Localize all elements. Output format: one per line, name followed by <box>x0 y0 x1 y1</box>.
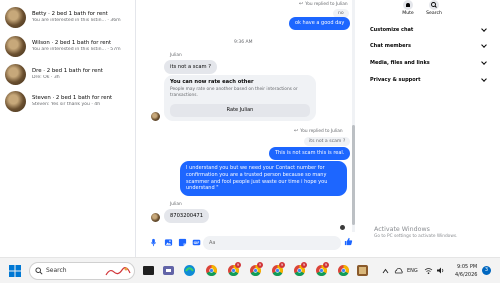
volume-icon[interactable] <box>436 266 445 275</box>
notification-badge: 9 <box>257 262 263 268</box>
search-icon <box>35 267 43 275</box>
chat-scrollbar-thumb[interactable] <box>352 125 355 225</box>
conversation-name: Wilson · 2 bed 1 bath for rent <box>32 40 112 46</box>
chat-members-row[interactable]: Chat members <box>370 39 488 53</box>
search-icon <box>429 0 439 10</box>
conversation-item[interactable]: Wilson · 2 bed 1 bath for rent You are i… <box>0 35 136 57</box>
conversation-last-message: Steven: Yes sir thank you · 4h <box>32 102 101 107</box>
avatar <box>5 90 26 112</box>
chevron-up-icon[interactable] <box>382 268 389 274</box>
notification-badge: 9 <box>279 262 285 268</box>
microphone-icon[interactable] <box>149 238 158 247</box>
conversation-name: Dre · 2 bed 1 bath for rent <box>32 68 103 74</box>
conversation-info-panel: Mute Search Customize chat Chat members … <box>356 0 500 257</box>
mute-button[interactable]: Mute <box>396 0 420 16</box>
replied-to-label: ↩ You replied to Julian <box>294 128 343 134</box>
contact-avatar <box>151 112 160 121</box>
edge-icon[interactable] <box>183 264 196 277</box>
conversation-last-message: You are interested in this listin... · 5… <box>32 47 121 52</box>
thumbs-up-icon[interactable] <box>344 237 353 246</box>
search-highlight-icon <box>105 267 131 276</box>
rate-card-description: People may rate one another based on the… <box>170 87 298 98</box>
task-view-icon[interactable] <box>142 264 155 277</box>
chevron-down-icon <box>481 42 487 48</box>
clock-time[interactable]: 9:05 PM <box>457 264 477 270</box>
rate-card: You can now rate each other People may r… <box>164 75 316 121</box>
privacy-support-row[interactable]: Privacy & support <box>370 73 488 87</box>
incoming-message[interactable]: its not a scam ? <box>164 60 217 74</box>
notification-center-badge[interactable]: 3 <box>482 266 491 275</box>
row-label: Customize chat <box>370 27 414 33</box>
chrome-icon[interactable] <box>205 264 218 277</box>
outgoing-message[interactable]: I understand you but we need your Contac… <box>180 161 347 196</box>
search-button[interactable]: Search <box>422 0 446 16</box>
time-separator: 9:36 AM <box>234 40 253 45</box>
conversation-last-message: You are interested in this listin... · 3… <box>32 18 121 23</box>
clock-date[interactable]: 4/6/2026 <box>455 272 477 278</box>
svg-text:GIF: GIF <box>194 241 200 245</box>
chevron-down-icon <box>481 59 487 65</box>
conversation-last-message: Dre: Ok · 3h <box>32 75 60 80</box>
wifi-icon[interactable] <box>424 266 433 275</box>
language-indicator[interactable]: ENG <box>407 268 418 274</box>
media-files-links-row[interactable]: Media, files and links <box>370 56 488 70</box>
search-label: Search <box>426 11 442 16</box>
avatar <box>5 35 26 57</box>
taskbar-search-label: Search <box>46 267 67 274</box>
row-label: Media, files and links <box>370 60 430 66</box>
sender-name: Julian <box>170 202 182 207</box>
rate-card-title: You can now rate each other <box>170 79 254 85</box>
avatar <box>5 6 26 28</box>
quoted-message: its not a scam ? <box>304 137 351 146</box>
chevron-down-icon <box>481 76 487 82</box>
watermark-title: Activate Windows <box>374 226 430 233</box>
avatar <box>5 63 26 85</box>
teams-icon[interactable] <box>162 264 175 277</box>
seen-indicator <box>340 225 345 230</box>
outgoing-message[interactable]: ok have a good day <box>289 17 351 30</box>
mute-label: Mute <box>402 11 414 16</box>
conversation-item[interactable]: Betty · 2 bed 1 bath for rent You are in… <box>0 6 136 28</box>
notification-badge: 9 <box>235 262 241 268</box>
sender-name: Julian <box>170 53 182 58</box>
conversation-item[interactable]: Dre · 2 bed 1 bath for rent Dre: Ok · 3h <box>0 63 136 85</box>
activate-windows-watermark: Activate Windows Go to PC settings to ac… <box>374 226 457 239</box>
windows-start-icon[interactable] <box>9 265 21 277</box>
taskbar: Search 9 9 9 9 9 ENG 9:05 PM 4/6/2026 3 <box>0 257 500 283</box>
customize-chat-row[interactable]: Customize chat <box>370 23 488 37</box>
notification-badge: 9 <box>301 262 307 268</box>
taskbar-search[interactable]: Search <box>29 262 135 280</box>
notification-badge: 9 <box>323 262 329 268</box>
outgoing-message[interactable]: This is not scam this is real. <box>269 147 351 160</box>
message-input[interactable] <box>203 236 341 250</box>
conversation-name: Betty · 2 bed 1 bath for rent <box>32 11 108 17</box>
gif-icon[interactable]: GIF <box>192 238 201 247</box>
incoming-message[interactable]: 8703200471 <box>164 209 210 223</box>
sticker-icon[interactable] <box>178 238 187 247</box>
row-label: Chat members <box>370 43 411 49</box>
chevron-down-icon <box>481 26 487 32</box>
contact-avatar <box>151 213 160 222</box>
replied-to-label: ↩ You replied to Julian <box>299 1 348 7</box>
watermark-subtitle: Go to PC settings to activate Windows. <box>374 234 458 239</box>
messenger-app: Betty · 2 bed 1 bath for rent You are in… <box>0 0 500 257</box>
chrome-icon[interactable] <box>337 264 350 277</box>
conversation-list: Betty · 2 bed 1 bath for rent You are in… <box>0 0 136 257</box>
row-label: Privacy & support <box>370 77 421 83</box>
rate-julian-button[interactable]: Rate Julian <box>170 104 310 117</box>
photos-app-icon[interactable] <box>356 264 369 277</box>
bell-icon <box>403 0 413 10</box>
cloud-icon[interactable] <box>394 266 403 275</box>
image-icon[interactable] <box>164 238 173 247</box>
conversation-name: Steven · 2 bed 1 bath for rent <box>32 95 113 101</box>
conversation-item[interactable]: Steven · 2 bed 1 bath for rent Steven: Y… <box>0 90 136 112</box>
